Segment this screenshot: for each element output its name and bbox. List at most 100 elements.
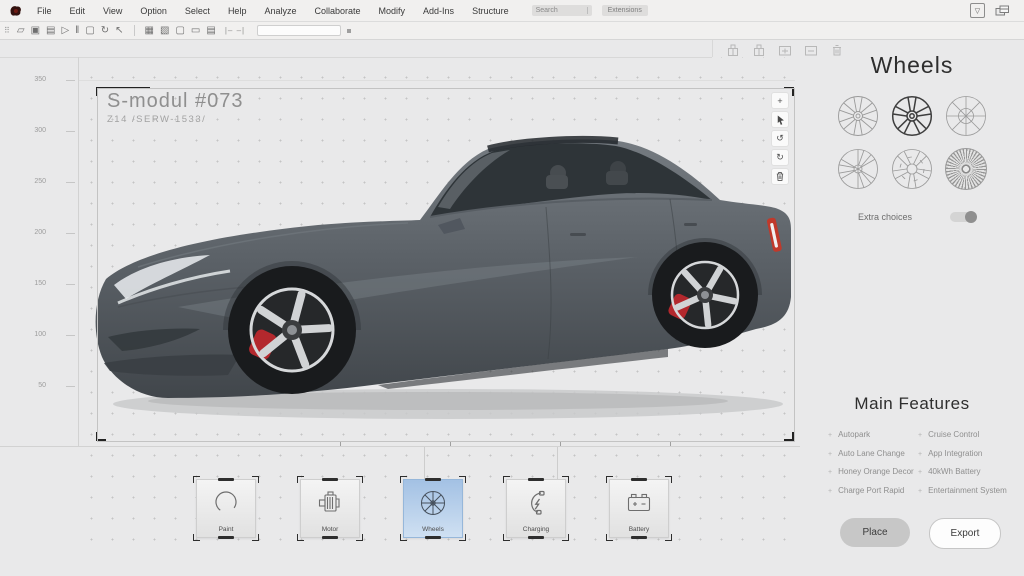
save-tool-icon[interactable]: ▤ bbox=[46, 22, 55, 39]
baseline-tick bbox=[450, 442, 451, 446]
ruler-tick bbox=[66, 233, 75, 234]
extra-choices-toggle[interactable] bbox=[950, 212, 976, 222]
toolbar-input-handle bbox=[347, 29, 351, 33]
folder-tool-icon[interactable]: ▤ bbox=[206, 22, 215, 39]
rotate-tool-icon[interactable]: ↻ bbox=[101, 22, 109, 39]
main-features-title: Main Features bbox=[800, 394, 1024, 414]
ruler-label: 250 bbox=[26, 178, 46, 185]
wheels-panel-title: Wheels bbox=[800, 52, 1024, 79]
feature-item: App Integration bbox=[918, 449, 1007, 458]
baseline-tick bbox=[340, 442, 341, 446]
category-label: Battery bbox=[610, 526, 668, 533]
feature-item: Cruise Control bbox=[918, 430, 1007, 439]
pause-tool-icon[interactable]: ‖ bbox=[75, 22, 79, 39]
fit-width-icon[interactable] bbox=[778, 44, 792, 57]
menu-option[interactable]: Option bbox=[131, 6, 176, 16]
copy-tool-icon[interactable]: ▭ bbox=[191, 22, 200, 39]
feature-item: Autopark bbox=[828, 430, 914, 439]
ruler-label: 350 bbox=[26, 76, 46, 83]
dock-top-icon[interactable] bbox=[726, 44, 740, 57]
ruler-label: 300 bbox=[26, 127, 46, 134]
trash-icon[interactable] bbox=[771, 168, 789, 185]
model-code: Z14 /SERW-1533/ bbox=[107, 114, 244, 125]
paint-icon bbox=[211, 488, 241, 518]
category-label: Wheels bbox=[404, 526, 462, 533]
extra-choices-row: Extra choices bbox=[858, 212, 976, 222]
cursor-icon[interactable] bbox=[771, 111, 789, 128]
model-label: S-modul #073 Z14 /SERW-1533/ bbox=[107, 90, 244, 125]
search-input[interactable]: Search bbox=[532, 5, 592, 16]
box-tool-icon[interactable]: ▢ bbox=[175, 22, 184, 39]
place-button[interactable]: Place bbox=[840, 518, 910, 547]
toggle-knob bbox=[965, 211, 977, 223]
undo-icon[interactable]: ↺ bbox=[771, 130, 789, 147]
ruler-tick bbox=[66, 182, 75, 183]
grip-handle-icon[interactable]: ⠿ bbox=[4, 26, 10, 35]
menu-addins[interactable]: Add-Ins bbox=[414, 6, 463, 16]
wheel-option-3[interactable] bbox=[944, 94, 988, 138]
category-tile-battery[interactable]: Battery bbox=[609, 479, 669, 538]
tile-connector bbox=[557, 447, 558, 479]
baseline-tick bbox=[670, 442, 671, 446]
toolbar-input[interactable] bbox=[257, 25, 341, 36]
add-icon[interactable]: + bbox=[771, 92, 789, 109]
menu-select[interactable]: Select bbox=[176, 6, 219, 16]
layers-tool-icon[interactable]: ▣ bbox=[31, 22, 40, 39]
car-rear-wheel bbox=[652, 242, 758, 348]
wheel-option-4[interactable] bbox=[836, 147, 880, 191]
ruler-label: 150 bbox=[26, 280, 46, 287]
windows-icon[interactable] bbox=[995, 5, 1010, 17]
wheel-option-2-selected[interactable] bbox=[890, 94, 934, 138]
menu-edit[interactable]: Edit bbox=[61, 6, 95, 16]
wheel-option-5[interactable] bbox=[890, 147, 934, 191]
search-placeholder: Search bbox=[536, 7, 558, 14]
play-tool-icon[interactable]: ▷ bbox=[61, 22, 69, 39]
feature-item: 40kWh Battery bbox=[918, 467, 1007, 476]
menu-collaborate[interactable]: Collaborate bbox=[305, 6, 369, 16]
category-label: Paint bbox=[197, 526, 255, 533]
tile-connector bbox=[424, 447, 425, 479]
ruler-label: 200 bbox=[26, 229, 46, 236]
category-tile-wheels[interactable]: Wheels bbox=[403, 479, 463, 538]
canvas-top-vguide bbox=[712, 40, 713, 57]
ruler-tick bbox=[66, 131, 75, 132]
menu-analyze[interactable]: Analyze bbox=[255, 6, 305, 16]
car-front-wheel bbox=[228, 266, 356, 394]
export-button[interactable]: Export bbox=[929, 518, 1001, 549]
category-tile-paint[interactable]: Paint bbox=[196, 479, 256, 538]
charging-icon bbox=[521, 488, 551, 518]
extra-choices-label: Extra choices bbox=[858, 212, 912, 222]
battery-icon bbox=[624, 488, 654, 518]
wheel-option-6[interactable] bbox=[944, 147, 988, 191]
motor-icon bbox=[315, 488, 345, 518]
search-divider bbox=[587, 7, 588, 14]
category-tile-charging[interactable]: Charging bbox=[506, 479, 566, 538]
menu-file[interactable]: File bbox=[28, 6, 61, 16]
category-tile-motor[interactable]: Motor bbox=[300, 479, 360, 538]
vertical-ruler: 350 300 250 200 150 100 50 bbox=[0, 57, 78, 446]
redo-icon[interactable]: ↻ bbox=[771, 149, 789, 166]
expand-triangle-icon[interactable]: ▽ bbox=[970, 3, 985, 18]
menu-modify[interactable]: Modify bbox=[370, 6, 415, 16]
window-tool-icon[interactable]: ▦ bbox=[145, 22, 154, 39]
cursor-tool-icon[interactable]: ↖ bbox=[115, 22, 123, 39]
toolbar-divider bbox=[134, 25, 135, 36]
wheel-option-1[interactable] bbox=[836, 94, 880, 138]
spacing-marks: |– –| bbox=[225, 26, 245, 35]
features-left-column: Autopark Auto Lane Change Honey Orange D… bbox=[828, 430, 914, 504]
ruler-label: 50 bbox=[26, 382, 46, 389]
wheel-options-grid bbox=[812, 89, 1012, 195]
shape-tool-icon[interactable]: ▱ bbox=[17, 22, 25, 39]
tool-ribbon: ⠿ ▱ ▣ ▤ ▷ ‖ ▢ ↻ ↖ ▦ ▧ ▢ ▭ ▤ |– –| bbox=[0, 22, 1024, 40]
wheels-icon bbox=[418, 488, 448, 518]
baseline-tick bbox=[560, 442, 561, 446]
feature-item: Entertainment System bbox=[918, 486, 1007, 495]
app-logo-icon[interactable] bbox=[8, 4, 22, 18]
extensions-button[interactable]: Extensions bbox=[602, 5, 648, 16]
dock-bottom-icon[interactable] bbox=[752, 44, 766, 57]
rectangle-tool-icon[interactable]: ▢ bbox=[85, 22, 94, 39]
menu-view[interactable]: View bbox=[94, 6, 131, 16]
stack-tool-icon[interactable]: ▧ bbox=[160, 22, 169, 39]
menu-structure[interactable]: Structure bbox=[463, 6, 518, 16]
menu-help[interactable]: Help bbox=[219, 6, 256, 16]
